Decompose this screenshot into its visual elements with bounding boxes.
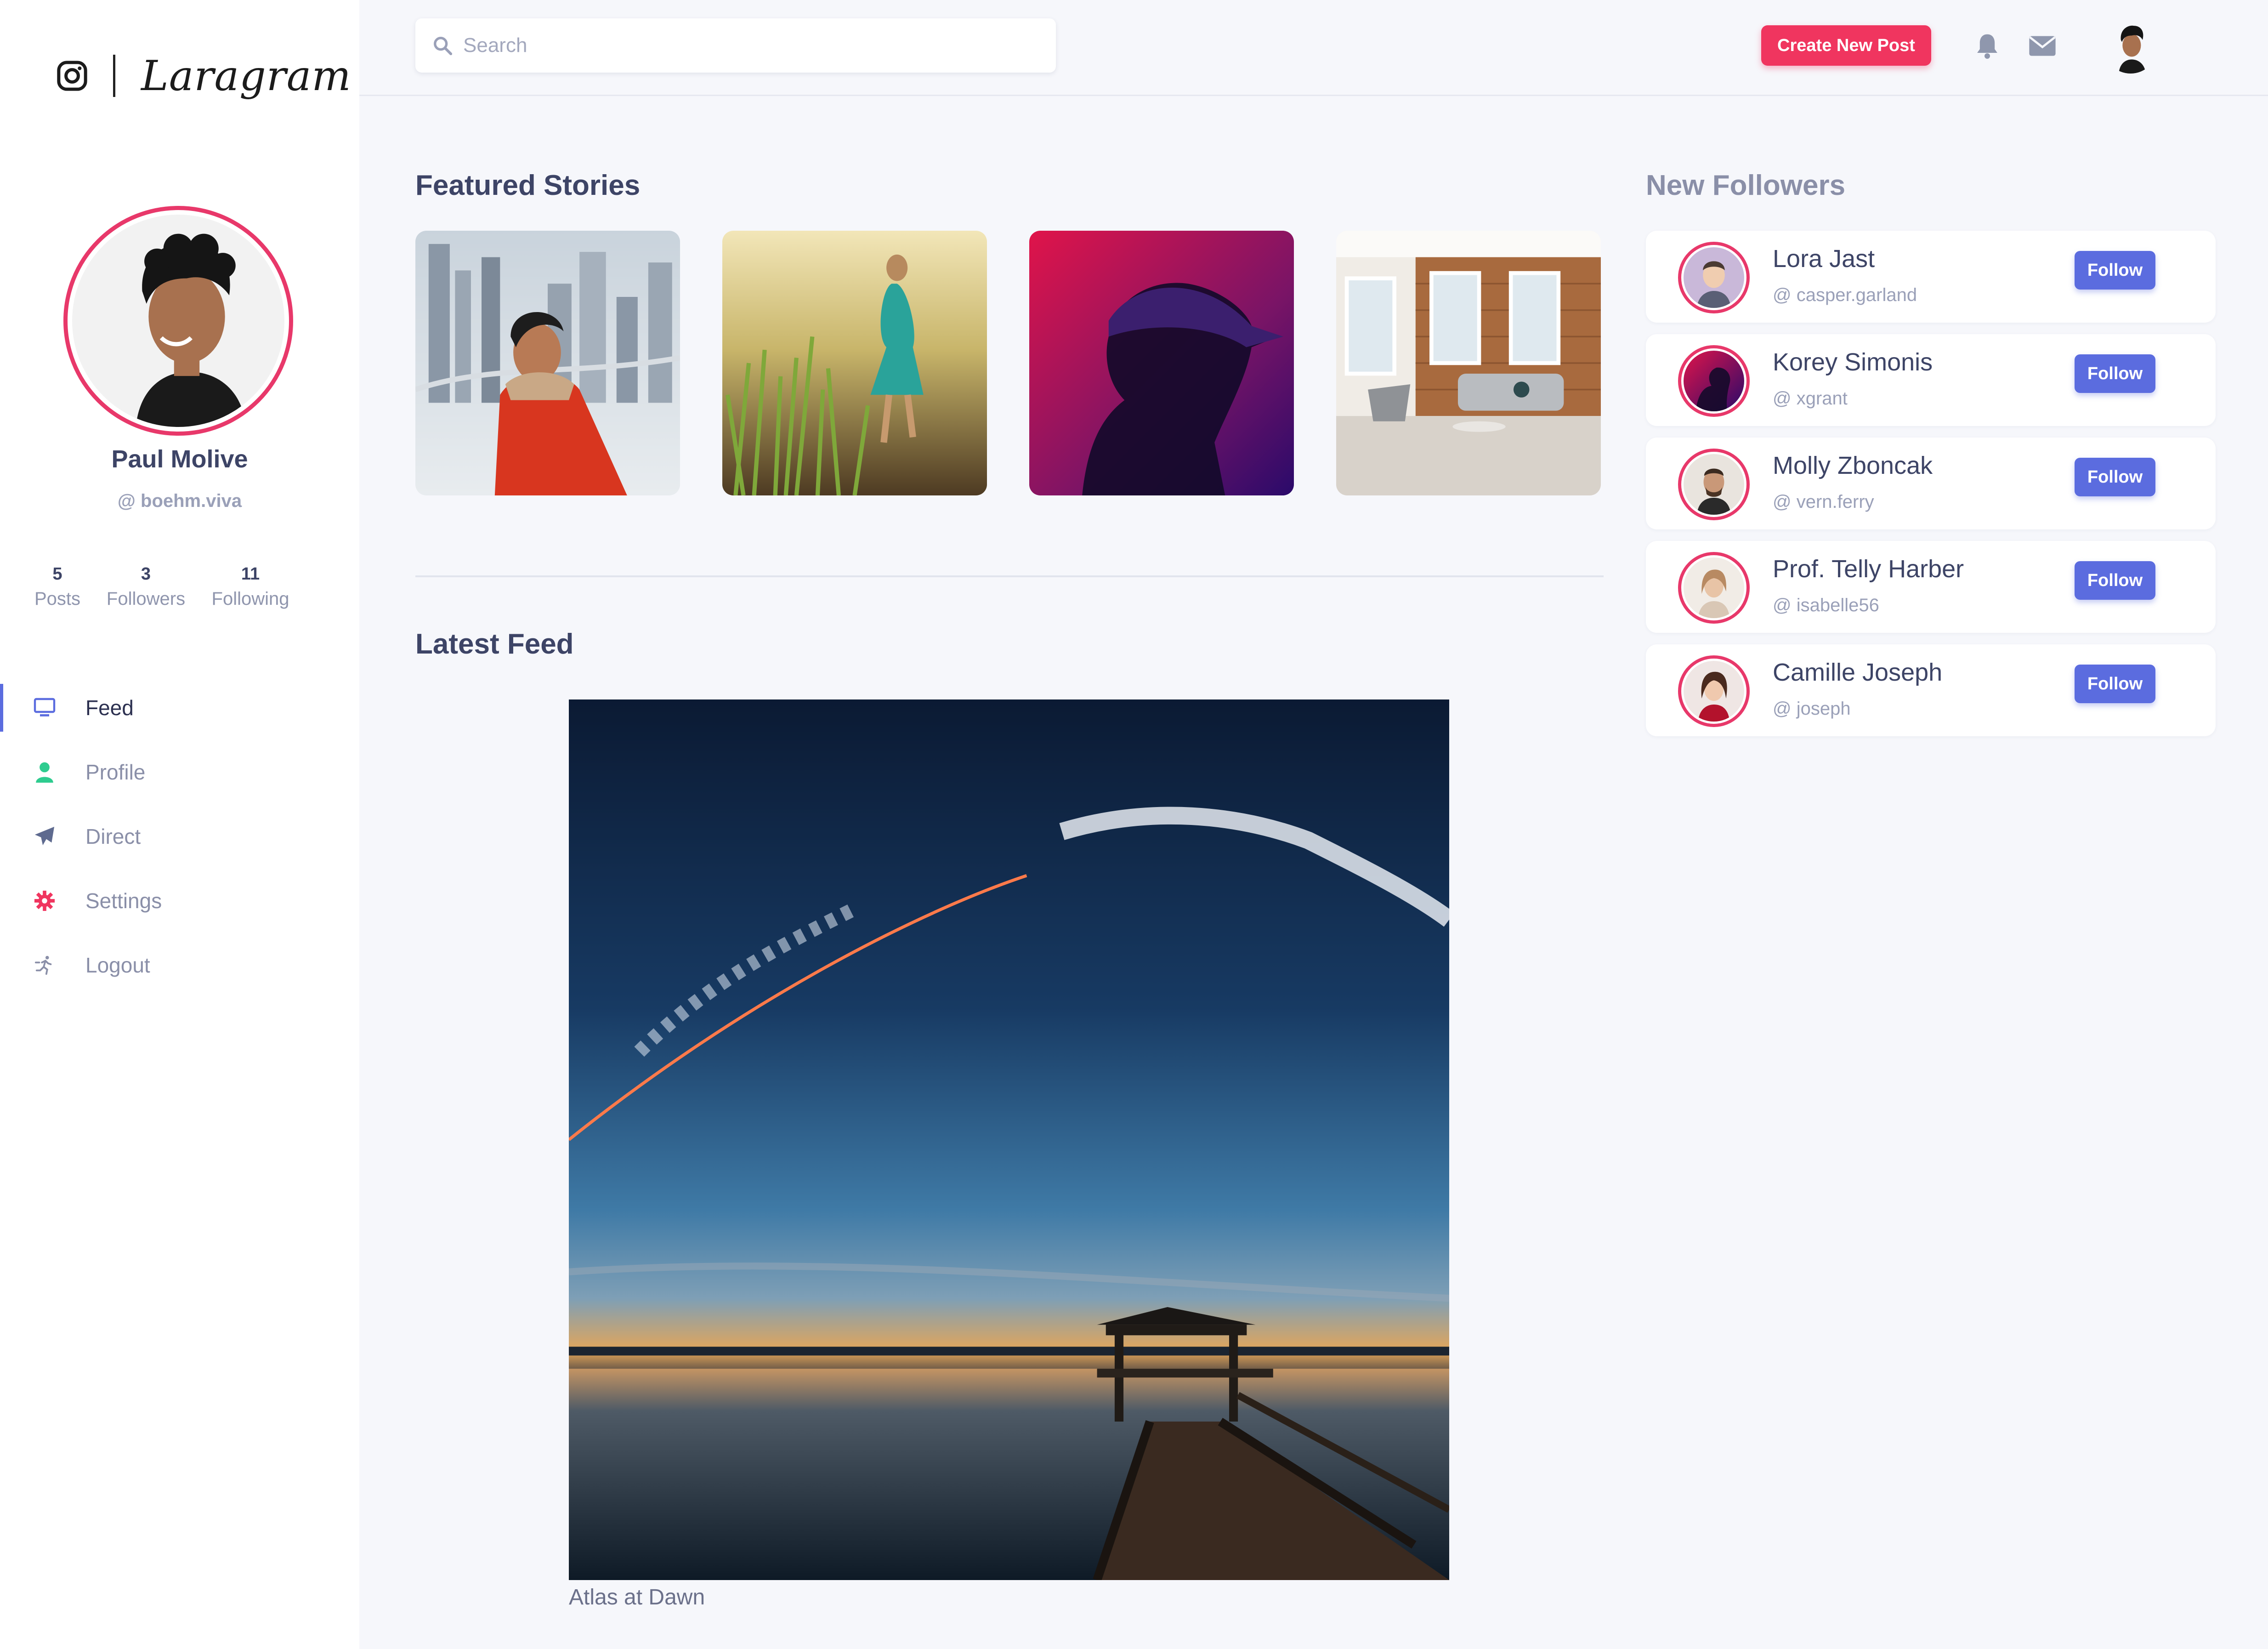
follow-button[interactable]: Follow xyxy=(2075,458,2155,496)
follower-handle: @ isabelle56 xyxy=(1773,595,1879,615)
mail-icon[interactable] xyxy=(2028,35,2057,57)
instagram-icon xyxy=(57,61,87,91)
stat-label: Posts xyxy=(34,589,81,609)
sidebar-item-label: Direct xyxy=(85,824,141,848)
search-input[interactable]: Search xyxy=(415,18,1056,73)
sidebar-item-feed[interactable]: Feed xyxy=(0,676,359,740)
follower-handle: @ xgrant xyxy=(1773,388,1848,409)
follower-card: Prof. Telly Harber @ isabelle56 Follow xyxy=(1646,541,2216,633)
profile-name: Paul Molive xyxy=(111,445,248,473)
stat-value: 11 xyxy=(241,564,260,584)
gear-icon xyxy=(33,889,56,912)
story-image-living-room xyxy=(1336,231,1601,495)
follower-avatar[interactable] xyxy=(1678,552,1750,624)
follower-handle: @ vern.ferry xyxy=(1773,492,1874,512)
follower-name[interactable]: Lora Jast xyxy=(1773,245,1875,273)
user-icon xyxy=(33,761,56,784)
search-placeholder: Search xyxy=(463,34,527,57)
feed-post-caption: Atlas at Dawn xyxy=(569,1585,705,1609)
follower-avatar[interactable] xyxy=(1678,655,1750,727)
profile-avatar[interactable] xyxy=(63,206,293,436)
follower-name[interactable]: Molly Zboncak xyxy=(1773,451,1933,480)
sidebar-item-settings[interactable]: Settings xyxy=(0,869,359,933)
stat-posts[interactable]: 5 Posts xyxy=(28,564,87,609)
follow-button[interactable]: Follow xyxy=(2075,354,2155,393)
monitor-icon xyxy=(33,696,56,719)
sidebar-item-profile[interactable]: Profile xyxy=(0,740,359,804)
create-new-post-button[interactable]: Create New Post xyxy=(1761,25,1931,66)
brand-logo[interactable]: Laragram xyxy=(56,46,352,106)
sidebar-item-label: Settings xyxy=(85,889,162,913)
user-avatar[interactable] xyxy=(2104,19,2158,74)
follow-button[interactable]: Follow xyxy=(2075,561,2155,600)
stat-value: 3 xyxy=(141,564,151,584)
profile-handle: @ boehm.viva xyxy=(117,491,242,511)
stat-label: Following xyxy=(211,589,289,609)
bell-icon[interactable] xyxy=(1974,32,2000,60)
feed-post-image[interactable] xyxy=(569,699,1449,1580)
sidebar: Laragram Paul Molive @ boehm.viva 5 Post… xyxy=(0,0,359,1649)
brand-divider xyxy=(113,55,115,97)
follow-button[interactable]: Follow xyxy=(2075,251,2155,290)
sidebar-item-label: Feed xyxy=(85,696,134,720)
sidebar-nav: Feed Profile Direct Settings Logout xyxy=(0,676,359,997)
story-image-woman-red-jacket xyxy=(415,231,680,495)
section-divider xyxy=(415,575,1604,577)
sunset-pier-image xyxy=(569,699,1449,1580)
new-followers-title: New Followers xyxy=(1646,170,1846,201)
stat-label: Followers xyxy=(106,589,186,609)
top-bar: Search Create New Post xyxy=(359,0,2268,96)
sidebar-item-label: Logout xyxy=(85,953,150,977)
sidebar-item-logout[interactable]: Logout xyxy=(0,933,359,997)
sidebar-item-direct[interactable]: Direct xyxy=(0,804,359,869)
stat-followers[interactable]: 3 Followers xyxy=(99,564,193,609)
story-card[interactable] xyxy=(1336,231,1601,495)
search-icon xyxy=(434,37,453,56)
story-card[interactable] xyxy=(1029,231,1294,495)
featured-stories-title: Featured Stories xyxy=(415,170,641,201)
follower-avatar[interactable] xyxy=(1678,449,1750,520)
follower-card: Korey Simonis @ xgrant Follow xyxy=(1646,334,2216,426)
follower-avatar[interactable] xyxy=(1678,242,1750,313)
brand-name: Laragram xyxy=(141,51,352,100)
story-card[interactable] xyxy=(722,231,987,495)
profile-photo xyxy=(72,215,284,427)
running-person-icon xyxy=(33,954,56,977)
follower-card: Molly Zboncak @ vern.ferry Follow xyxy=(1646,438,2216,529)
story-card[interactable] xyxy=(415,231,680,495)
stat-following[interactable]: 11 Following xyxy=(202,564,299,609)
stat-value: 5 xyxy=(52,564,62,584)
latest-feed-title: Latest Feed xyxy=(415,628,574,660)
follower-avatar[interactable] xyxy=(1678,345,1750,417)
sidebar-item-label: Profile xyxy=(85,760,146,784)
story-image-girl-walking-field xyxy=(722,231,987,495)
follower-card: Lora Jast @ casper.garland Follow xyxy=(1646,231,2216,323)
follower-handle: @ joseph xyxy=(1773,699,1851,719)
follower-name[interactable]: Prof. Telly Harber xyxy=(1773,555,1964,583)
follower-name[interactable]: Korey Simonis xyxy=(1773,348,1933,376)
follow-button[interactable]: Follow xyxy=(2075,665,2155,703)
paper-plane-icon xyxy=(33,825,56,848)
follower-handle: @ casper.garland xyxy=(1773,285,1917,305)
follower-name[interactable]: Camille Joseph xyxy=(1773,658,1942,687)
story-image-neon-profile xyxy=(1029,231,1294,495)
follower-card: Camille Joseph @ joseph Follow xyxy=(1646,644,2216,736)
